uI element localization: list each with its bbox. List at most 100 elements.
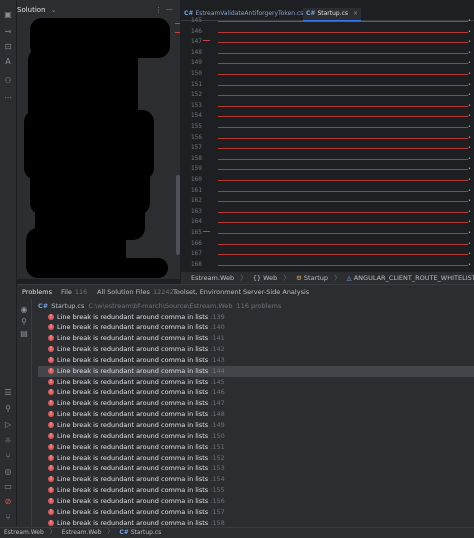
problem-row[interactable]: ! Line break is redundant around comma in… — [38, 474, 474, 485]
problem-line: :153 — [210, 464, 225, 473]
solution-scrollbar[interactable] — [176, 175, 180, 255]
problem-message: Line break is redundant around comma in … — [57, 410, 209, 419]
tab-label: Toolset, Environment — [173, 288, 242, 296]
problem-row[interactable]: ! Line break is redundant around comma in… — [38, 442, 474, 453]
problem-row[interactable]: ! Line break is redundant around comma in… — [38, 355, 474, 366]
terminal-icon[interactable]: ▭ — [3, 482, 13, 492]
code-line — [218, 264, 468, 266]
debug-icon[interactable]: ☼ — [3, 436, 13, 446]
problem-row[interactable]: ! Line break is redundant around comma in… — [38, 398, 474, 409]
document-icon[interactable]: ▤ — [19, 329, 29, 339]
error-icon: ! — [48, 432, 54, 439]
error-icon: ! — [48, 313, 54, 320]
problem-row[interactable]: ! Line break is redundant around comma in… — [38, 365, 474, 377]
tab-startup[interactable]: C# Startup.cs × — [303, 8, 361, 22]
problem-row[interactable]: ! Line break is redundant around comma in… — [38, 312, 474, 323]
problems-tab-bar: Problems File 116 All Solution Files 12242… — [17, 284, 474, 301]
problems-icon[interactable]: ⊘ — [3, 497, 13, 507]
problem-row[interactable]: ! Line break is redundant around comma in… — [38, 431, 474, 442]
status-file[interactable]: Startup.cs — [131, 529, 162, 536]
problems-count: 116 problems — [236, 302, 282, 310]
line-number: 163 — [190, 207, 202, 215]
chevron-down-icon[interactable]: ⌄ — [51, 6, 57, 14]
code-line — [218, 74, 468, 75]
breadcrumb-member[interactable]: ANGULAR_CLIENT_ROUTE_WHITELIST — [354, 274, 474, 282]
problem-line: :158 — [210, 518, 225, 527]
problem-row[interactable]: ! Line break is redundant around comma in… — [38, 496, 474, 507]
problem-message: Line break is redundant around comma in … — [57, 323, 209, 332]
line-number: 155 — [190, 123, 202, 130]
run-icon[interactable]: ▷ — [3, 420, 13, 430]
tab-server-side-analysis[interactable]: Server-Side Analysis — [243, 285, 309, 299]
breadcrumb-class[interactable]: Startup — [304, 274, 328, 282]
structure-icon[interactable]: ⚇ — [3, 76, 13, 86]
error-icon: ! — [48, 411, 54, 418]
code-line — [218, 201, 468, 203]
tab-toolset-environment[interactable]: Toolset, Environment — [173, 285, 241, 299]
line-number: 164 — [190, 218, 202, 226]
problem-row[interactable]: ! Line break is redundant around comma in… — [38, 333, 474, 344]
tab-count: 116 — [74, 288, 88, 296]
minimize-icon[interactable]: — — [166, 5, 173, 13]
database-icon[interactable]: ◎ — [3, 467, 13, 477]
tab-file[interactable]: File 116 — [61, 285, 87, 299]
problem-row[interactable]: ! Line break is redundant around comma in… — [38, 322, 474, 333]
namespace-icon: {} — [252, 274, 262, 282]
more-options-icon[interactable]: ⋮ — [155, 6, 162, 14]
line-number: 167 — [190, 250, 202, 258]
line-end-marker: • — [468, 92, 471, 99]
problem-line: :146 — [210, 388, 225, 397]
line-end-marker: • — [468, 49, 471, 56]
error-icon: ! — [48, 400, 54, 407]
tab-all-solution-files[interactable]: All Solution Files 12242 — [97, 285, 174, 299]
services-icon[interactable]: ⚲ — [3, 404, 13, 414]
hierarchy-icon[interactable]: ⊡ — [3, 42, 13, 52]
problem-row[interactable]: ! Line break is redundant around comma in… — [38, 463, 474, 474]
problem-row[interactable]: ! Line break is redundant around comma in… — [38, 377, 474, 388]
breadcrumb-namespace[interactable]: Web — [263, 274, 277, 282]
error-icon: ! — [48, 422, 54, 428]
problem-line: :154 — [210, 475, 225, 484]
line-end-marker: • — [468, 240, 471, 247]
eye-icon[interactable]: ◉ — [19, 305, 29, 315]
problem-message: Line break is redundant around comma in … — [57, 507, 209, 516]
line-number: 159 — [190, 165, 202, 173]
git-icon[interactable]: ⑂ — [3, 452, 13, 462]
problem-line: :139 — [210, 312, 225, 321]
problem-row[interactable]: ! Line break is redundant around comma in… — [38, 507, 474, 518]
problem-row[interactable]: ! Line break is redundant around comma in… — [38, 344, 474, 355]
breadcrumb-project[interactable]: Estream.Web — [191, 274, 234, 282]
line-end-marker: • — [468, 81, 471, 88]
bookmark-icon[interactable]: A — [3, 57, 13, 67]
folder-icon[interactable]: ▣ — [3, 10, 13, 20]
close-icon[interactable]: × — [353, 10, 358, 17]
line-number: 166 — [190, 239, 202, 247]
problem-row[interactable]: ! Line break is redundant around comma in… — [38, 453, 474, 464]
problem-message: Line break is redundant around comma in … — [57, 464, 209, 473]
commit-icon[interactable]: ⊸ — [3, 27, 13, 37]
status-project[interactable]: Estream.Web — [4, 529, 44, 536]
problem-message: Line break is redundant around comma in … — [57, 345, 209, 354]
solution-header[interactable]: Solution ⌄ — [17, 6, 57, 18]
problem-row[interactable]: ! Line break is redundant around comma in… — [38, 420, 474, 431]
class-icon: ⚙ — [295, 274, 302, 282]
breakpoint-marker — [203, 231, 210, 232]
problem-line: :140 — [210, 323, 225, 332]
more-icon[interactable]: ⋯ — [3, 93, 13, 103]
problems-file-header[interactable]: C# Startup.cs C:\w\estream\bf-march\Source… — [38, 302, 281, 310]
problem-message: Line break is redundant around comma in … — [57, 431, 209, 440]
git-branch-icon[interactable]: ⑂ — [3, 513, 13, 523]
problem-row[interactable]: ! Line break is redundant around comma in… — [38, 409, 474, 420]
problem-row[interactable]: ! Line break is redundant around comma in… — [38, 485, 474, 496]
line-end-marker: • — [468, 18, 471, 24]
problem-line: :147 — [210, 399, 225, 408]
redacted-area — [60, 258, 168, 278]
list-icon[interactable]: ☰ — [3, 388, 13, 398]
problem-row[interactable]: ! Line break is redundant around comma in… — [38, 387, 474, 398]
status-folder[interactable]: Estream.Web — [62, 529, 102, 536]
pin-icon[interactable]: ⚲ — [19, 317, 29, 327]
line-number: 165 — [190, 229, 202, 236]
problem-line: :151 — [210, 442, 225, 451]
error-marker — [175, 32, 180, 33]
line-end-marker: • — [468, 134, 471, 141]
